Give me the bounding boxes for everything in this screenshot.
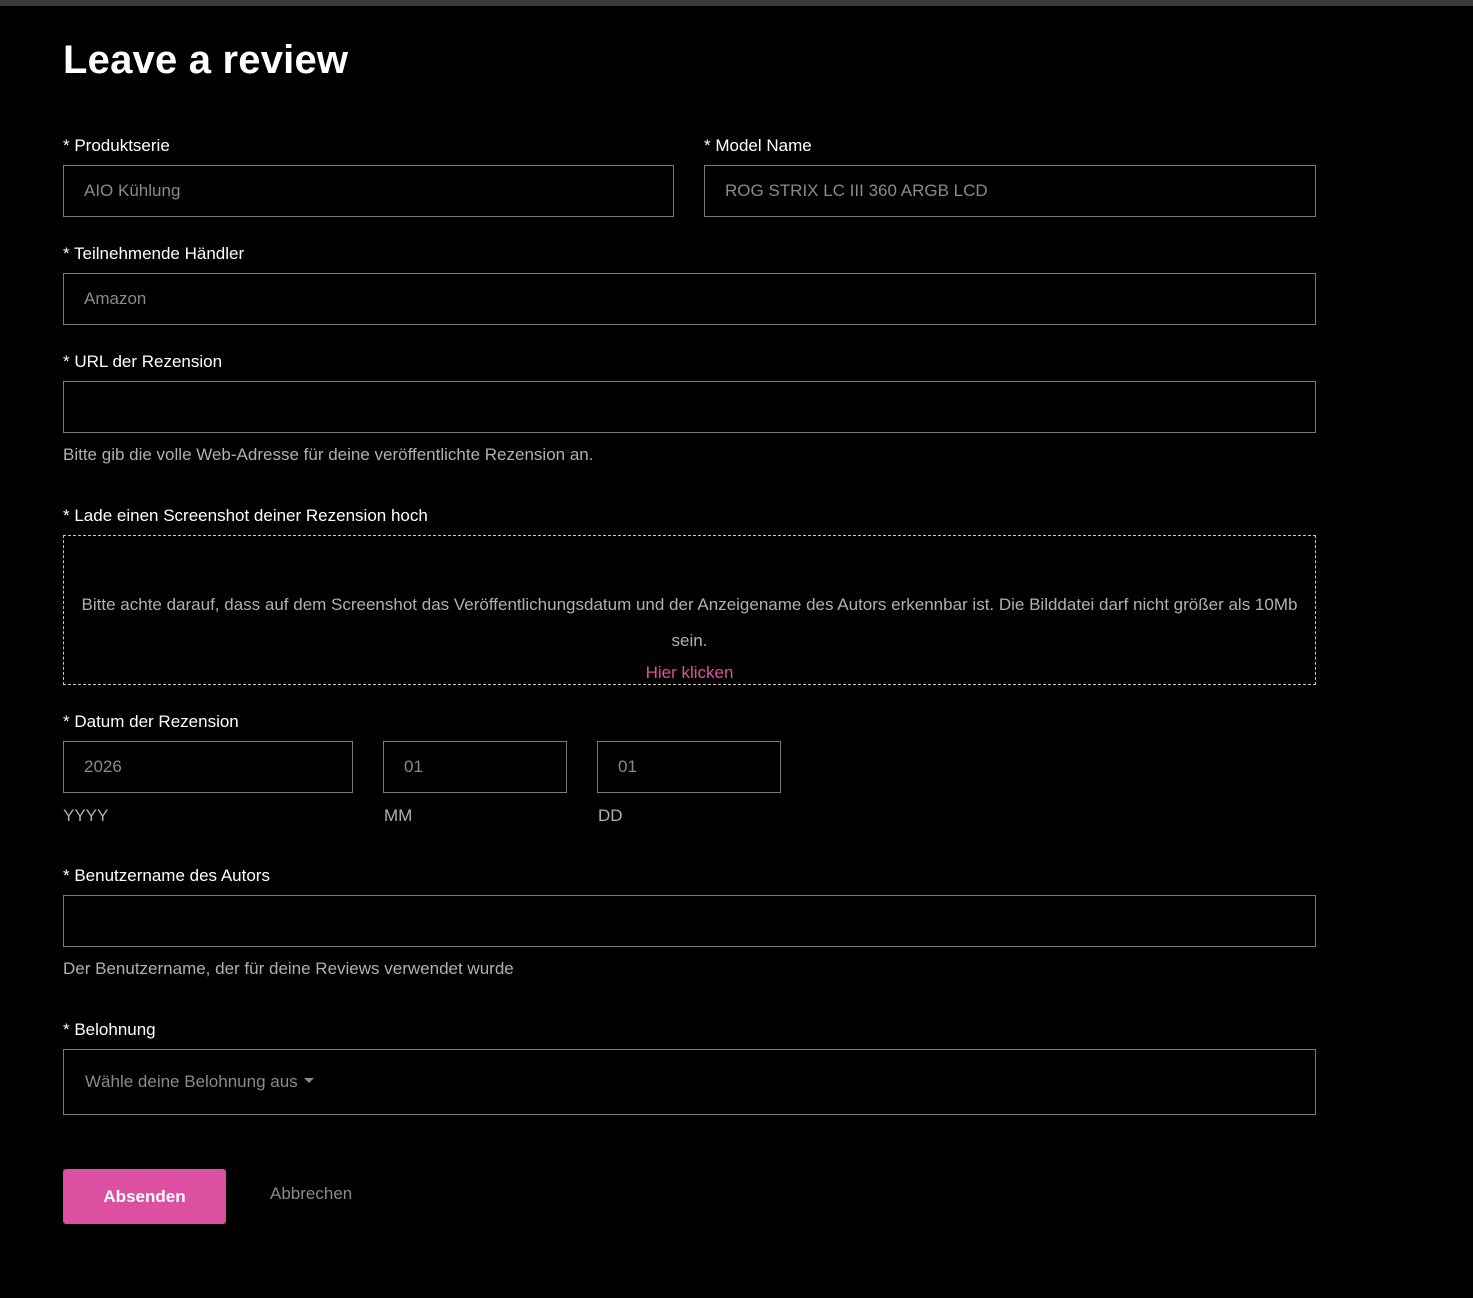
author-username-input[interactable]: [63, 895, 1316, 947]
caret-down-icon: [303, 1077, 314, 1083]
reward-select[interactable]: Wähle deine Belohnung aus: [63, 1049, 1316, 1115]
reward-label: * Belohnung: [63, 1020, 156, 1039]
product-series-label: * Produktserie: [63, 136, 170, 155]
year-caption: YYYY: [63, 806, 109, 825]
review-url-help: Bitte gib die volle Web-Adresse für dein…: [63, 445, 594, 464]
month-input[interactable]: 01: [383, 741, 567, 793]
top-bar: [0, 0, 1473, 6]
day-input[interactable]: 01: [597, 741, 781, 793]
cancel-link[interactable]: Abbrechen: [270, 1184, 352, 1204]
upload-link[interactable]: Hier klicken: [64, 663, 1315, 683]
review-url-label: * URL der Rezension: [63, 352, 223, 371]
review-date-label: * Datum der Rezension: [63, 712, 239, 731]
retailer-field[interactable]: Amazon: [63, 273, 1316, 325]
month-caption: MM: [384, 806, 413, 825]
year-input[interactable]: 2026: [63, 741, 353, 793]
author-username-help: Der Benutzername, der für deine Reviews …: [63, 959, 514, 978]
screenshot-label: * Lade einen Screenshot deiner Rezension…: [63, 506, 428, 525]
model-name-label: * Model Name: [704, 136, 812, 155]
reward-select-value: Wähle deine Belohnung aus: [85, 1072, 298, 1091]
model-name-field[interactable]: ROG STRIX LC III 360 ARGB LCD: [704, 165, 1316, 217]
review-url-input[interactable]: [63, 381, 1316, 433]
page-title: Leave a review: [63, 38, 349, 82]
submit-button[interactable]: Absenden: [63, 1169, 226, 1224]
day-caption: DD: [598, 806, 623, 825]
product-series-field[interactable]: AIO Kühlung: [63, 165, 674, 217]
retailer-label: * Teilnehmende Händler: [63, 244, 245, 263]
screenshot-dropzone[interactable]: Bitte achte darauf, dass auf dem Screens…: [63, 535, 1316, 685]
screenshot-instructions: Bitte achte darauf, dass auf dem Screens…: [81, 595, 1298, 650]
author-username-label: * Benutzername des Autors: [63, 866, 270, 885]
